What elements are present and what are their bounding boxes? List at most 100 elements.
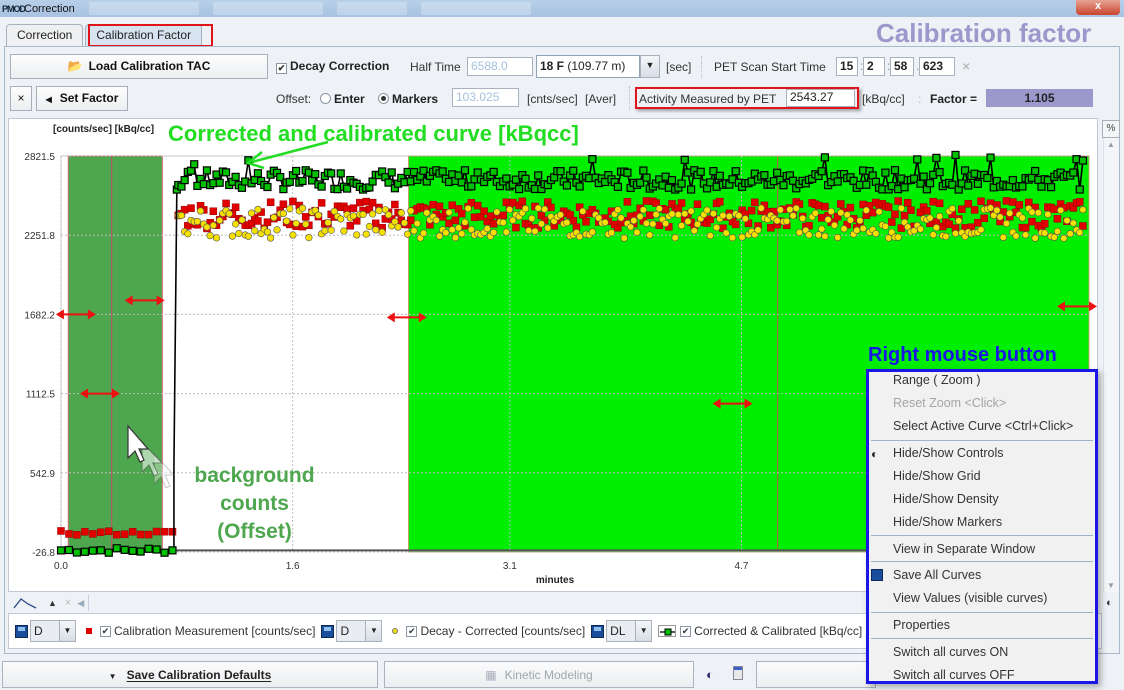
save-calibration-defaults-button[interactable]: ▼ Save Calibration Defaults xyxy=(2,661,378,688)
data-point-green xyxy=(515,184,524,194)
data-point-yellow xyxy=(588,228,596,236)
data-point-yellow xyxy=(298,204,307,212)
data-point-yellow xyxy=(728,234,737,242)
data-point-yellow xyxy=(821,232,829,240)
legend-item-calibration[interactable]: ✔ Calibration Measurement [counts/sec] xyxy=(100,624,315,638)
data-point-yellow xyxy=(951,229,960,238)
decay-correction-checkbox[interactable]: ✔ Decay Correction xyxy=(276,59,389,74)
background-counts-annotation: background counts (Offset) xyxy=(194,464,315,543)
data-point-yellow xyxy=(435,232,444,240)
activity-unit-label: [kBq/cc] xyxy=(862,92,905,106)
clear-time-button[interactable]: × xyxy=(962,58,970,74)
data-point-green xyxy=(317,182,326,191)
mode-select[interactable]: D ▼ xyxy=(336,620,383,642)
data-point-green xyxy=(569,166,578,175)
tab-correction[interactable]: Correction xyxy=(6,24,84,46)
isotope-dropdown-arrow[interactable]: ▼ xyxy=(640,55,660,78)
close-button[interactable]: × xyxy=(10,86,32,111)
kinetic-modeling-button[interactable]: ▦ Kinetic Modeling xyxy=(384,661,694,688)
mode-select[interactable]: D ▼ xyxy=(30,620,76,642)
menu-item-view-in-separate-window[interactable]: View in Separate Window xyxy=(893,542,1035,556)
data-point-yellow xyxy=(805,231,813,239)
window-close-button[interactable]: x xyxy=(1076,0,1120,15)
isotope-select[interactable]: 18 F (109.77 m) xyxy=(536,55,640,78)
checkbox-icon: ✔ xyxy=(100,625,111,637)
menu-item-save-all-curves[interactable]: Save All Curves xyxy=(893,568,981,582)
menu-item-view-values-visible-curves[interactable]: View Values (visible curves) xyxy=(893,591,1047,605)
yellow-circle-marker-icon xyxy=(392,628,399,634)
scroll-up-icon[interactable]: ▲ xyxy=(1107,140,1115,149)
data-point-yellow xyxy=(540,205,549,213)
data-point-yellow xyxy=(986,204,995,212)
data-point-red xyxy=(160,527,169,536)
scan-start-ms-input[interactable]: 623 xyxy=(919,57,955,76)
save-icon[interactable] xyxy=(15,624,28,638)
legend-item-corrected-calibrated[interactable]: ✔ Corrected & Calibrated [kBq/cc] xyxy=(680,624,862,638)
scan-start-minute-input[interactable]: 2 xyxy=(863,57,885,76)
half-time-input[interactable]: 6588.0 xyxy=(467,57,533,76)
mode-select[interactable]: DL ▼ xyxy=(606,620,653,642)
set-factor-button[interactable]: ◀ Set Factor xyxy=(36,86,128,111)
menu-item-properties[interactable]: Properties xyxy=(893,618,950,632)
scroll-down-icon[interactable]: ▼ xyxy=(1107,581,1115,590)
data-point-red xyxy=(894,197,902,205)
empty-bottom-button[interactable] xyxy=(756,661,876,688)
save-icon[interactable] xyxy=(591,624,605,638)
data-point-yellow xyxy=(999,233,1007,242)
data-point-yellow xyxy=(795,228,804,237)
data-point-green xyxy=(534,171,543,180)
menu-separator xyxy=(871,612,1093,613)
x-tick-label: 0.0 xyxy=(54,561,68,572)
data-point-yellow xyxy=(875,208,883,216)
color-wheel-icon[interactable]: ◐ xyxy=(1106,597,1113,609)
data-point-yellow xyxy=(706,232,714,240)
data-point-green xyxy=(104,548,113,557)
data-point-yellow xyxy=(445,208,453,217)
scan-start-hour-input[interactable]: 15 xyxy=(836,57,858,76)
menu-item-hide-show-grid[interactable]: Hide/Show Grid xyxy=(893,469,981,483)
data-point-green xyxy=(327,169,336,178)
menu-item-hide-show-markers[interactable]: Hide/Show Markers xyxy=(893,515,1002,529)
menu-item-hide-show-controls[interactable]: Hide/Show Controls xyxy=(893,446,1003,460)
data-point-yellow xyxy=(442,229,450,237)
data-point-red xyxy=(105,527,113,535)
load-calibration-tac-button[interactable]: 📂 Load Calibration TAC xyxy=(10,54,268,79)
calculator-icon[interactable] xyxy=(733,666,743,680)
menu-item-range-zoom[interactable]: Range ( Zoom ) xyxy=(893,373,981,387)
data-point-red xyxy=(977,197,985,206)
menu-item-hide-show-density[interactable]: Hide/Show Density xyxy=(893,492,999,506)
offset-enter-radio[interactable]: Enter xyxy=(320,92,365,106)
data-point-yellow xyxy=(633,228,641,236)
offset-value-input[interactable]: 103.025 xyxy=(452,88,519,107)
data-point-green xyxy=(862,180,871,189)
data-point-yellow xyxy=(534,204,542,212)
data-point-green xyxy=(438,167,447,176)
vertical-scrollbar[interactable]: ▲ ▼ xyxy=(1103,138,1119,592)
data-point-yellow xyxy=(525,227,533,235)
scan-start-second-input[interactable]: 58 xyxy=(890,57,914,76)
remove-icon[interactable]: × xyxy=(65,597,71,609)
data-point-green xyxy=(136,547,145,556)
data-point-red xyxy=(152,527,161,536)
offset-markers-radio[interactable]: Markers xyxy=(378,92,438,106)
data-point-red xyxy=(512,223,520,232)
legend-item-decay-corrected[interactable]: ✔ Decay - Corrected [counts/sec] xyxy=(406,624,585,638)
curve-style-icon[interactable] xyxy=(12,596,38,610)
activity-value-input[interactable]: 2543.27 xyxy=(786,89,855,107)
menu-item-select-active-curve-ctrl-click[interactable]: Select Active Curve <Ctrl+Click> xyxy=(893,419,1073,433)
save-icon[interactable] xyxy=(321,624,335,638)
up-icon[interactable]: ▲ xyxy=(48,598,57,608)
data-point-red xyxy=(923,207,931,215)
color-wheel-icon[interactable]: ◐ xyxy=(706,667,714,682)
data-point-green xyxy=(973,179,982,188)
menu-item-switch-all-curves-off[interactable]: Switch all curves OFF xyxy=(893,668,1015,682)
data-point-red xyxy=(837,200,845,208)
percent-button[interactable]: % xyxy=(1102,120,1120,138)
scroll-left-icon[interactable]: ◀ xyxy=(77,598,84,609)
data-point-yellow xyxy=(576,233,584,241)
data-point-red xyxy=(473,201,482,210)
menu-item-switch-all-curves-on[interactable]: Switch all curves ON xyxy=(893,645,1008,659)
data-point-yellow xyxy=(792,204,800,212)
menu-item-reset-zoom-click: Reset Zoom <Click> xyxy=(893,396,1007,410)
data-point-green xyxy=(715,171,724,180)
